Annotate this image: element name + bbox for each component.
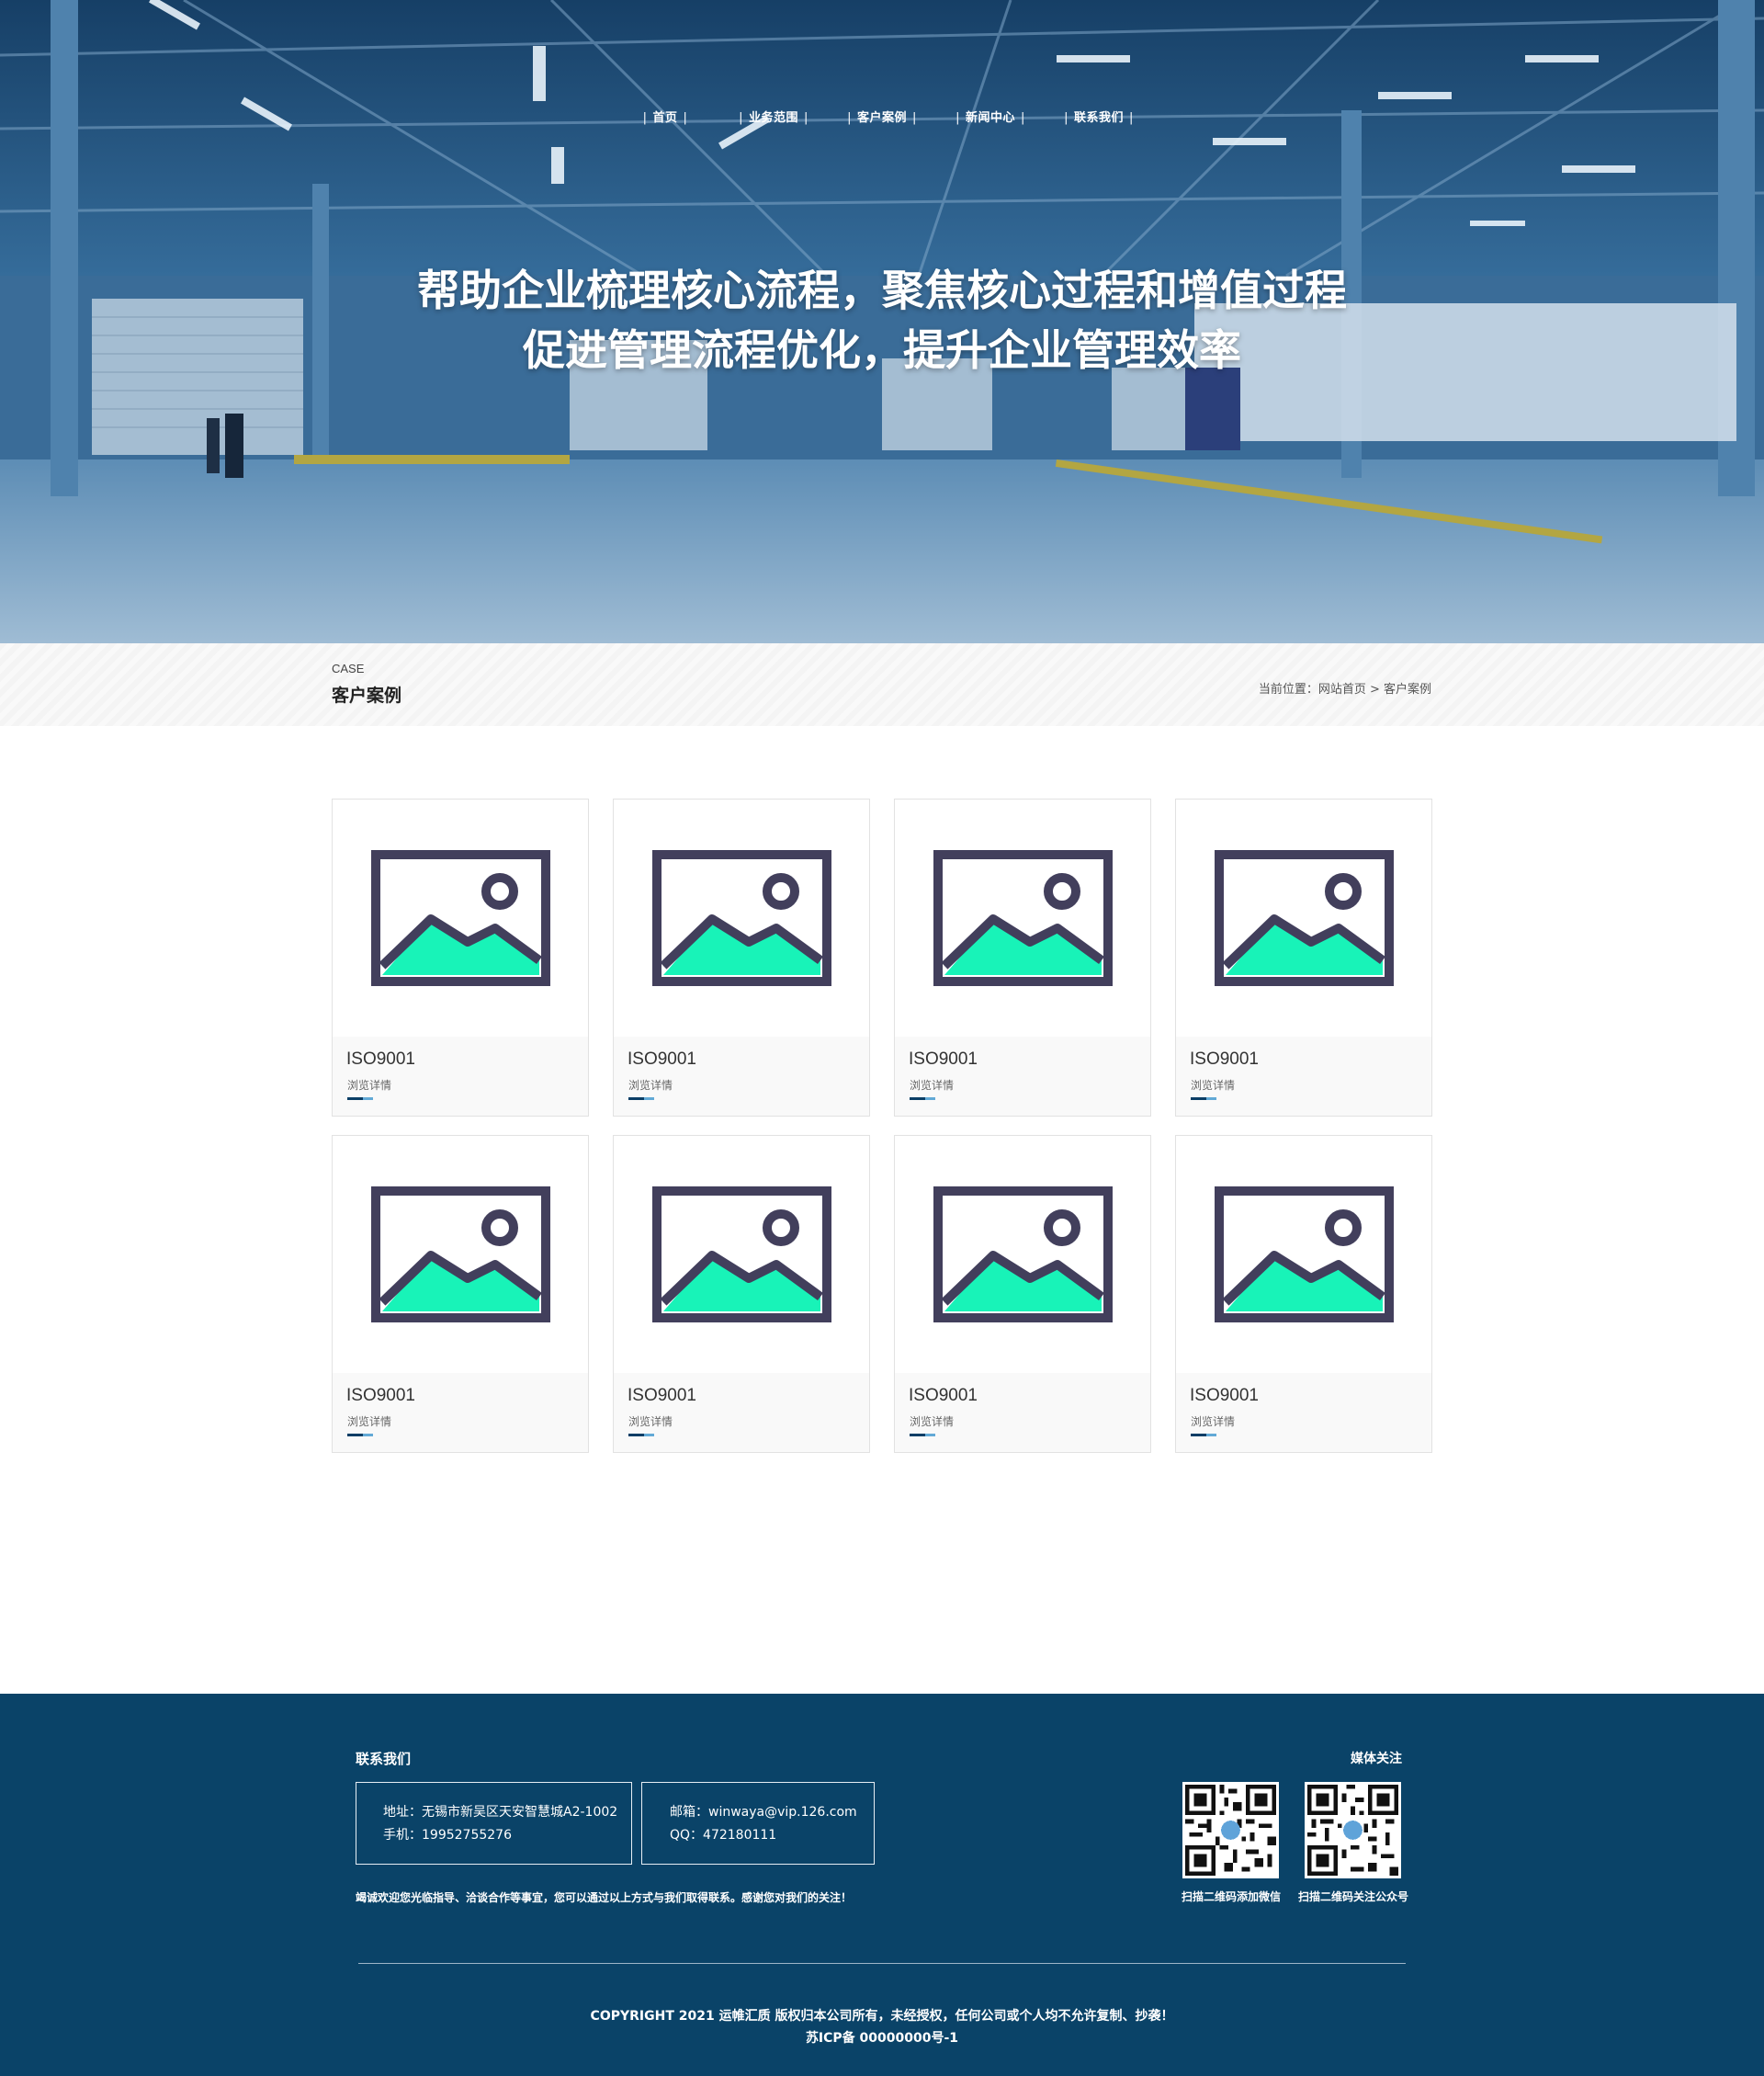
case-info: ISO9001 浏览详情 [1176, 1037, 1431, 1116]
nav-item-news[interactable]: | 新闻中心 | [936, 108, 1045, 125]
case-thumbnail [614, 1136, 869, 1373]
view-details-link[interactable]: 浏览详情 [910, 1413, 954, 1429]
view-details-link[interactable]: 浏览详情 [1191, 1077, 1235, 1093]
icp-link[interactable]: 苏ICP备 00000000号-1 [0, 2028, 1764, 2047]
qq-text[interactable]: QQ：472180111 [670, 1824, 874, 1847]
case-info: ISO9001 浏览详情 [895, 1373, 1150, 1452]
copyright-text: COPYRIGHT 2021 运帷汇质 版权归本公司所有，未经授权，任何公司或个… [590, 2009, 1174, 2024]
nav-item-label: 首页 [652, 111, 678, 125]
case-card[interactable]: ISO9001 浏览详情 [332, 1135, 589, 1453]
nav-item-label: 客户案例 [856, 111, 907, 125]
accent-line [628, 1434, 654, 1436]
nav-item-label: 业务范围 [748, 111, 798, 125]
case-card[interactable]: ISO9001 浏览详情 [613, 1135, 870, 1453]
section-title-strip: CASE 客户案例 当前位置：网站首页 > 客户案例 [0, 643, 1764, 726]
case-info: ISO9001 浏览详情 [614, 1037, 869, 1116]
case-card[interactable]: ISO9001 浏览详情 [1175, 1135, 1432, 1453]
case-thumbnail [895, 1136, 1150, 1373]
footer-divider [358, 1963, 1406, 1964]
image-placeholder-icon [652, 1186, 831, 1322]
case-thumbnail [895, 800, 1150, 1037]
nav-item-business[interactable]: | 业务范围 | [719, 108, 828, 125]
case-title[interactable]: ISO9001 [628, 1049, 696, 1070]
image-placeholder-icon [1215, 850, 1394, 986]
image-placeholder-icon [371, 1186, 550, 1322]
image-placeholder-icon [933, 850, 1113, 986]
official-account-qr-code [1305, 1782, 1401, 1878]
image-placeholder-icon [371, 850, 550, 986]
hero-headline-line1: 帮助企业梳理核心流程，聚焦核心过程和增值过程 [417, 266, 1347, 315]
nav-item-home[interactable]: | 首页 | [611, 108, 719, 125]
phone-text[interactable]: 手机：19952755276 [383, 1824, 631, 1847]
view-details-link[interactable]: 浏览详情 [628, 1077, 673, 1093]
accent-line [347, 1434, 373, 1436]
nav-item-label: 新闻中心 [965, 111, 1015, 125]
case-title[interactable]: ISO9001 [1190, 1386, 1259, 1406]
contact-box-email: 邮箱：winwaya@vip.126.com QQ：472180111 [641, 1782, 875, 1865]
case-thumbnail [1176, 800, 1431, 1037]
case-info: ISO9001 浏览详情 [614, 1373, 869, 1452]
breadcrumb[interactable]: 当前位置：网站首页 > 客户案例 [1259, 679, 1431, 697]
case-thumbnail [1176, 1136, 1431, 1373]
media-title: 媒体关注 [1351, 1752, 1402, 1766]
view-details-link[interactable]: 浏览详情 [628, 1413, 673, 1429]
case-info: ISO9001 浏览详情 [333, 1037, 588, 1116]
image-placeholder-icon [652, 850, 831, 986]
hero-banner: | 首页 | | 业务范围 | | 客户案例 | | 新闻中心 | | 联系我们 | 帮助企业梳理核… [0, 0, 1764, 643]
case-info: ISO9001 浏览详情 [333, 1373, 588, 1452]
case-card[interactable]: ISO9001 浏览详情 [332, 799, 589, 1117]
accent-line [910, 1097, 935, 1100]
case-card[interactable]: ISO9001 浏览详情 [894, 1135, 1151, 1453]
main-nav: | 首页 | | 业务范围 | | 客户案例 | | 新闻中心 | | 联系我们 | [0, 108, 1764, 125]
accent-line [628, 1097, 654, 1100]
official-account-qr-caption: 扫描二维码关注公众号 [1297, 1890, 1408, 1903]
case-info: ISO9001 浏览详情 [1176, 1373, 1431, 1452]
address-text: 地址：无锡市新吴区天安智慧城A2-1002 [383, 1805, 618, 1820]
view-details-link[interactable]: 浏览详情 [347, 1077, 391, 1093]
contact-title: 联系我们 [356, 1751, 412, 1767]
image-placeholder-icon [1215, 1186, 1394, 1322]
case-title[interactable]: ISO9001 [346, 1386, 415, 1406]
case-info: ISO9001 浏览详情 [895, 1037, 1150, 1116]
accent-line [1191, 1434, 1216, 1436]
nav-item-cases[interactable]: | 客户案例 | [828, 108, 936, 125]
view-details-link[interactable]: 浏览详情 [347, 1413, 391, 1429]
email-text[interactable]: 邮箱：winwaya@vip.126.com [670, 1801, 874, 1824]
nav-item-contact[interactable]: | 联系我们 | [1045, 108, 1153, 125]
view-details-link[interactable]: 浏览详情 [1191, 1413, 1235, 1429]
case-title[interactable]: ISO9001 [1190, 1049, 1259, 1070]
case-title[interactable]: ISO9001 [909, 1049, 978, 1070]
case-card[interactable]: ISO9001 浏览详情 [613, 799, 870, 1117]
case-title[interactable]: ISO9001 [628, 1386, 696, 1406]
welcome-text: 竭诚欢迎您光临指导、洽谈合作等事宜，您可以通过以上方式与我们取得联系。感谢您对我… [356, 1891, 853, 1904]
section-en-title: CASE [332, 662, 365, 675]
case-thumbnail [333, 800, 588, 1037]
image-placeholder-icon [933, 1186, 1113, 1322]
case-title[interactable]: ISO9001 [346, 1049, 415, 1070]
case-card[interactable]: ISO9001 浏览详情 [1175, 799, 1432, 1117]
accent-line [910, 1434, 935, 1436]
case-thumbnail [614, 800, 869, 1037]
contact-box-address: 地址：无锡市新吴区天安智慧城A2-1002 手机：19952755276 [356, 1782, 632, 1865]
view-details-link[interactable]: 浏览详情 [910, 1077, 954, 1093]
accent-line [347, 1097, 373, 1100]
case-thumbnail [333, 1136, 588, 1373]
nav-item-label: 联系我们 [1073, 111, 1124, 125]
case-card[interactable]: ISO9001 浏览详情 [894, 799, 1151, 1117]
wechat-qr-code [1182, 1782, 1279, 1878]
wechat-qr-caption: 扫描二维码添加微信 [1181, 1890, 1281, 1903]
hero-headline-line2: 促进管理流程优化，提升企业管理效率 [523, 325, 1241, 375]
qr-code-icon [1185, 1785, 1276, 1876]
accent-line [1191, 1097, 1216, 1100]
section-cn-title: 客户案例 [332, 686, 402, 706]
qr-code-icon [1307, 1785, 1398, 1876]
site-footer: 联系我们 地址：无锡市新吴区天安智慧城A2-1002 手机：1995275527… [0, 1694, 1764, 2076]
case-title[interactable]: ISO9001 [909, 1386, 978, 1406]
